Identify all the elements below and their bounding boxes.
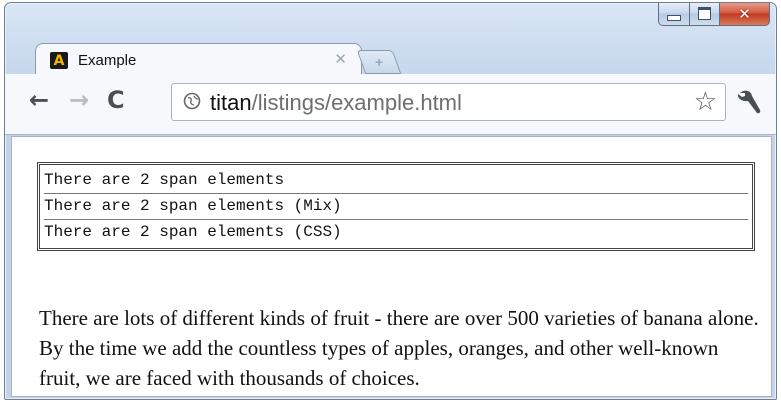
wrench-icon[interactable] <box>732 86 766 120</box>
back-arrow-icon[interactable]: ← <box>29 88 49 112</box>
plus-icon: + <box>374 54 384 70</box>
favicon-icon: A <box>50 52 68 69</box>
new-tab-button[interactable]: + <box>356 50 402 74</box>
code-line: There are 2 span elements (Mix) <box>44 194 748 220</box>
browser-toolbar: ← → C titan/listings/example.html ☆ <box>5 74 776 135</box>
maximize-icon <box>698 7 711 20</box>
window-controls: ✕ <box>658 3 770 26</box>
fruit-paragraph: There are lots of different kinds of fru… <box>39 306 759 390</box>
url-text: titan/listings/example.html <box>210 90 462 116</box>
reload-icon[interactable]: C <box>107 88 125 112</box>
forward-arrow-icon[interactable]: → <box>69 88 89 112</box>
browser-window: A Example ✕ + ✕ ← → C titan/listings/exa… <box>4 2 777 400</box>
tab-title: Example <box>78 52 137 69</box>
code-line: There are 2 span elements (CSS) <box>44 223 342 241</box>
address-bar[interactable]: titan/listings/example.html ☆ <box>171 83 726 121</box>
tab-example[interactable]: A Example ✕ <box>35 43 362 76</box>
minimize-button[interactable] <box>658 3 690 26</box>
maximize-button[interactable] <box>690 3 720 26</box>
close-icon: ✕ <box>738 4 751 23</box>
minimize-icon <box>667 14 681 21</box>
globe-icon <box>183 92 201 110</box>
url-path: /listings/example.html <box>251 90 462 115</box>
code-output-table: There are 2 span elements There are 2 sp… <box>37 162 755 251</box>
close-button[interactable]: ✕ <box>720 3 770 26</box>
tab-close-icon[interactable]: ✕ <box>334 50 347 68</box>
star-icon[interactable]: ☆ <box>694 87 717 117</box>
page-viewport: There are 2 span elements There are 2 sp… <box>11 136 772 397</box>
code-line: There are 2 span elements <box>44 168 748 194</box>
url-host: titan <box>210 90 252 115</box>
